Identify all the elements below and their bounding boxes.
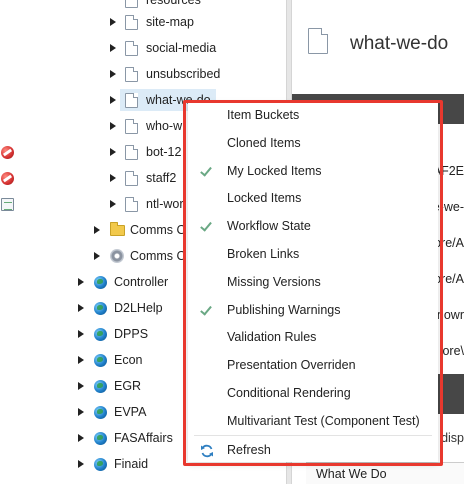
globe-icon [94, 458, 107, 471]
tree-node-label: site-map [146, 15, 194, 29]
tree-node-label: EVPA [114, 405, 147, 419]
tree-node-label: Finaid [114, 457, 149, 471]
page-icon [125, 197, 138, 212]
expand-arrow-icon[interactable] [78, 408, 84, 416]
expand-arrow-icon[interactable] [78, 356, 84, 364]
left-gutter [0, 0, 20, 484]
field-value: disp [441, 431, 464, 445]
edit-document-icon[interactable] [1, 198, 14, 211]
tree-node-unsubscribed[interactable]: unsubscribed [20, 62, 286, 86]
tree-node-label: who-w [146, 119, 183, 133]
item-title: what-we-do [350, 33, 449, 54]
expand-arrow-icon[interactable] [94, 252, 100, 260]
page-icon [125, 0, 138, 8]
tree-node-label: ntl-wor [146, 197, 184, 211]
globe-icon [94, 354, 107, 367]
expand-arrow-icon[interactable] [78, 278, 84, 286]
highlight-annotation [183, 100, 443, 466]
globe-icon [94, 302, 107, 315]
globe-icon [94, 276, 107, 289]
page-icon [308, 28, 328, 54]
folder-icon [110, 222, 125, 236]
tree-node-label: DPPS [114, 327, 149, 341]
gear-icon [110, 249, 124, 263]
expand-arrow-icon[interactable] [110, 18, 116, 26]
field-value: ore\ [442, 344, 464, 358]
expand-arrow-icon[interactable] [78, 382, 84, 390]
globe-icon [94, 406, 107, 419]
tree-node-label: D2LHelp [114, 301, 163, 315]
expand-arrow-icon[interactable] [110, 44, 116, 52]
page-icon [125, 15, 138, 30]
expand-arrow-icon[interactable] [110, 174, 116, 182]
expand-arrow-icon[interactable] [94, 226, 100, 234]
tree-node-label: Econ [114, 353, 143, 367]
page-icon [125, 41, 138, 56]
expand-arrow-icon[interactable] [110, 96, 116, 104]
tree-node-label: staff2 [146, 171, 177, 185]
tree-node-label: EGR [114, 379, 142, 393]
tree-node-label: Controller [114, 275, 169, 289]
tree-node-label: unsubscribed [146, 67, 221, 81]
expand-arrow-icon[interactable] [78, 460, 84, 468]
tree-node-label: Comms C [130, 223, 186, 237]
remove-icon[interactable] [1, 172, 14, 185]
expand-arrow-icon[interactable] [110, 122, 116, 130]
page-icon [125, 119, 138, 134]
expand-arrow-icon[interactable] [78, 304, 84, 312]
section-label: What We Do [316, 467, 387, 481]
expand-arrow-icon[interactable] [110, 148, 116, 156]
tree-node-label: bot-12 [146, 145, 182, 159]
remove-icon[interactable] [1, 146, 14, 159]
globe-icon [94, 380, 107, 393]
expand-arrow-icon[interactable] [78, 330, 84, 338]
page-icon [125, 93, 138, 108]
tree-node-label: Comms C [130, 249, 186, 263]
tree-node-label: FASAffairs [114, 431, 173, 445]
page-icon [125, 67, 138, 82]
page-icon [125, 171, 138, 186]
globe-icon [94, 328, 107, 341]
expand-arrow-icon[interactable] [78, 434, 84, 442]
expand-arrow-icon[interactable] [110, 200, 116, 208]
tree-node-label: social-media [146, 41, 217, 55]
expand-arrow-icon[interactable] [110, 70, 116, 78]
globe-icon [94, 432, 107, 445]
tree-node-site-map[interactable]: site-map [20, 10, 286, 34]
tree-node-social-media[interactable]: social-media [20, 36, 286, 60]
page-icon [125, 145, 138, 160]
